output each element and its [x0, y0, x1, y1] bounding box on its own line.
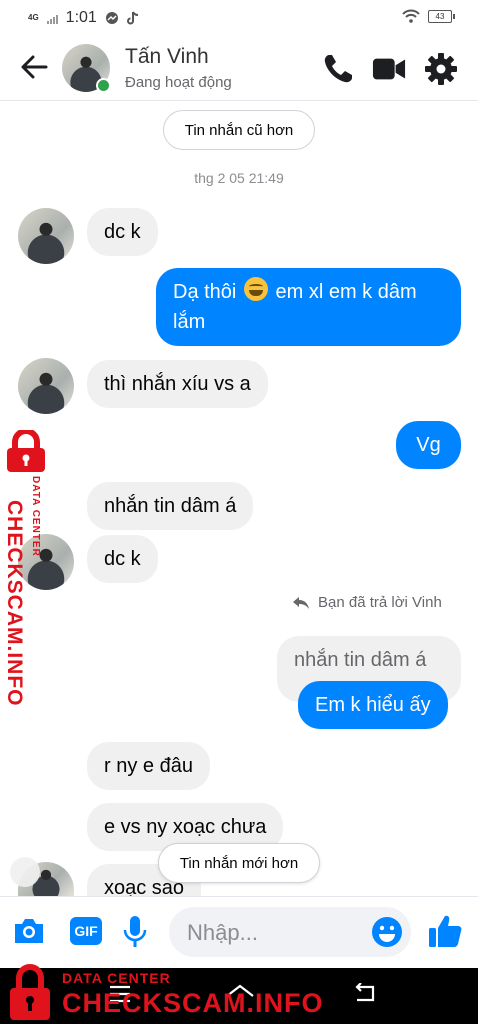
padlock-watermark-icon	[7, 430, 45, 472]
status-bar: 4G 1:01 43	[0, 0, 478, 36]
message-text: em xl em k dâm	[275, 281, 417, 303]
watermark-big-text: CHECKSCAM.INFO	[62, 988, 324, 1018]
message-input[interactable]	[169, 907, 369, 959]
reply-note-text: Bạn đã trả lời Vinh	[318, 594, 442, 611]
message-bubble-incoming[interactable]: dc k	[87, 535, 158, 583]
message-input-wrapper	[169, 907, 411, 959]
message-bubble-outgoing[interactable]: Vg	[396, 421, 461, 469]
online-indicator	[96, 78, 111, 93]
watermark-small-text: DATA CENTER	[30, 476, 41, 557]
clock: 1:01	[65, 9, 97, 26]
message-bubble-outgoing[interactable]: Dạ thôi em xl em k dâm lắm	[156, 268, 461, 346]
message-bubble-incoming[interactable]: dc k	[87, 208, 158, 256]
grinning-sweat-emoji-icon	[243, 277, 268, 301]
message-timestamp: thg 2 05 21:49	[194, 170, 284, 186]
network-type: 4G	[28, 13, 39, 22]
emoji-icon[interactable]	[371, 916, 403, 948]
phone-icon[interactable]	[321, 52, 355, 86]
chat-header: Tấn Vinh Đang hoạt động	[0, 36, 478, 101]
padlock-watermark-icon	[10, 964, 50, 1020]
back-nav-icon[interactable]	[352, 983, 378, 1005]
tiktok-notification-icon	[126, 11, 138, 25]
signal-icon	[46, 12, 58, 24]
message-text: Dạ thôi	[173, 281, 237, 303]
gif-icon[interactable]: GIF	[70, 917, 102, 945]
thumbs-up-icon[interactable]	[427, 913, 463, 949]
watermark-side: DATA CENTER CHECKSCAM.INFO	[2, 430, 54, 707]
wifi-icon	[402, 9, 420, 23]
reply-arrow-icon	[293, 596, 309, 609]
contact-name[interactable]: Tấn Vinh	[125, 45, 209, 69]
message-bubble-incoming[interactable]: r ny e đâu	[87, 742, 210, 790]
message-bubble-incoming[interactable]: nhắn tin dâm á	[87, 482, 254, 530]
message-bubble-incoming[interactable]: thì nhắn xíu vs a	[87, 360, 268, 408]
presence-status: Đang hoạt động	[125, 74, 232, 91]
messenger-notification-icon	[105, 12, 118, 24]
microphone-icon[interactable]	[122, 915, 148, 949]
message-bubble-outgoing[interactable]: Em k hiểu ấy	[298, 681, 448, 729]
message-text: lắm	[173, 311, 206, 333]
camera-icon[interactable]	[12, 915, 46, 947]
contact-avatar-small[interactable]	[18, 358, 74, 414]
newer-messages-button[interactable]: Tin nhắn mới hơn	[158, 843, 320, 883]
watermark-bottom: DATA CENTER CHECKSCAM.INFO	[6, 960, 323, 1024]
contact-avatar-small[interactable]	[18, 208, 74, 264]
message-composer: GIF	[0, 896, 478, 969]
reply-note: Bạn đã trả lời Vinh	[292, 594, 442, 611]
battery-icon: 43	[428, 9, 455, 23]
back-arrow-icon[interactable]	[18, 50, 50, 84]
scroll-indicator-icon[interactable]	[10, 857, 40, 887]
video-icon[interactable]	[372, 52, 406, 86]
settings-gear-icon[interactable]	[424, 52, 458, 86]
older-messages-button[interactable]: Tin nhắn cũ hơn	[163, 110, 315, 150]
watermark-small-text: DATA CENTER	[62, 970, 171, 986]
watermark-big-text: CHECKSCAM.INFO	[3, 500, 26, 707]
